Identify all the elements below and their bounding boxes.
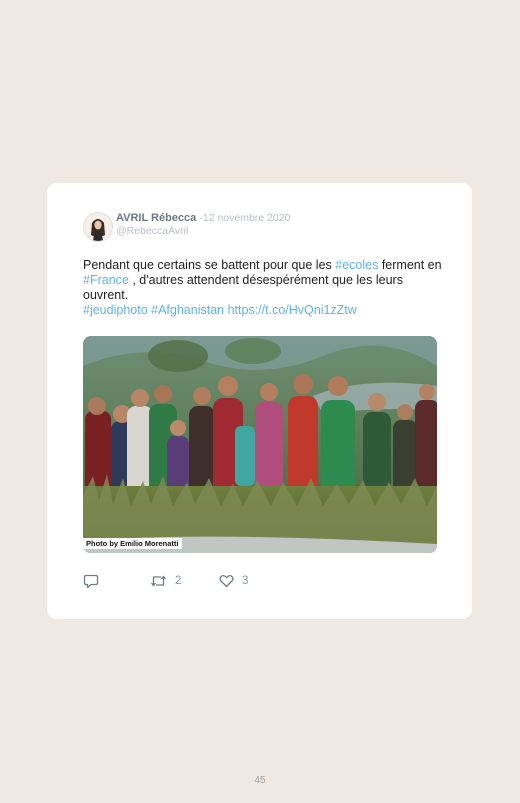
author-line: AVRIL Rébecca -12 novembre 2020 <box>116 212 290 224</box>
tweet-photo[interactable]: Photo by Emilio Morenatti <box>83 336 437 553</box>
like-button[interactable]: 3 <box>219 574 248 588</box>
tweet-date[interactable]: 12 novembre 2020 <box>203 212 291 224</box>
hashtag-link[interactable]: #France <box>83 273 129 287</box>
retweet-button[interactable]: 2 <box>150 574 181 588</box>
tweet-actions: 2 3 <box>83 574 383 590</box>
author-name[interactable]: AVRIL Rébecca <box>116 212 196 224</box>
hashtag-link[interactable]: #jeudiphoto <box>83 303 148 317</box>
photo-children-illustration <box>83 336 437 553</box>
photo-credit: Photo by Emilio Morenatti <box>83 538 182 549</box>
tweet-text: Pendant que certains se battent pour que… <box>83 258 443 318</box>
hashtag-link[interactable]: #Afghanistan <box>151 303 224 317</box>
heart-icon <box>219 574 234 588</box>
page-number: 45 <box>254 775 266 786</box>
reply-icon <box>83 574 99 589</box>
tweet-text-part: Pendant que certains se battent pour que… <box>83 258 336 272</box>
reply-button[interactable] <box>83 574 99 589</box>
author-handle[interactable]: @RebeccaAvril <box>116 225 188 237</box>
tweet-card: AVRIL Rébecca -12 novembre 2020 @Rebecca… <box>47 183 472 619</box>
url-link[interactable]: https://t.co/HvQni1zZtw <box>228 303 357 317</box>
like-count: 3 <box>242 575 249 587</box>
hashtag-link[interactable]: #ecoles <box>335 258 378 272</box>
retweet-icon <box>150 575 167 587</box>
avatar[interactable] <box>83 212 113 242</box>
tweet-text-part: , d'autres attendent désespérément que l… <box>83 273 403 302</box>
avatar-image <box>84 213 112 241</box>
retweet-count: 2 <box>175 575 182 587</box>
tweet-text-part: ferment en <box>378 258 442 272</box>
